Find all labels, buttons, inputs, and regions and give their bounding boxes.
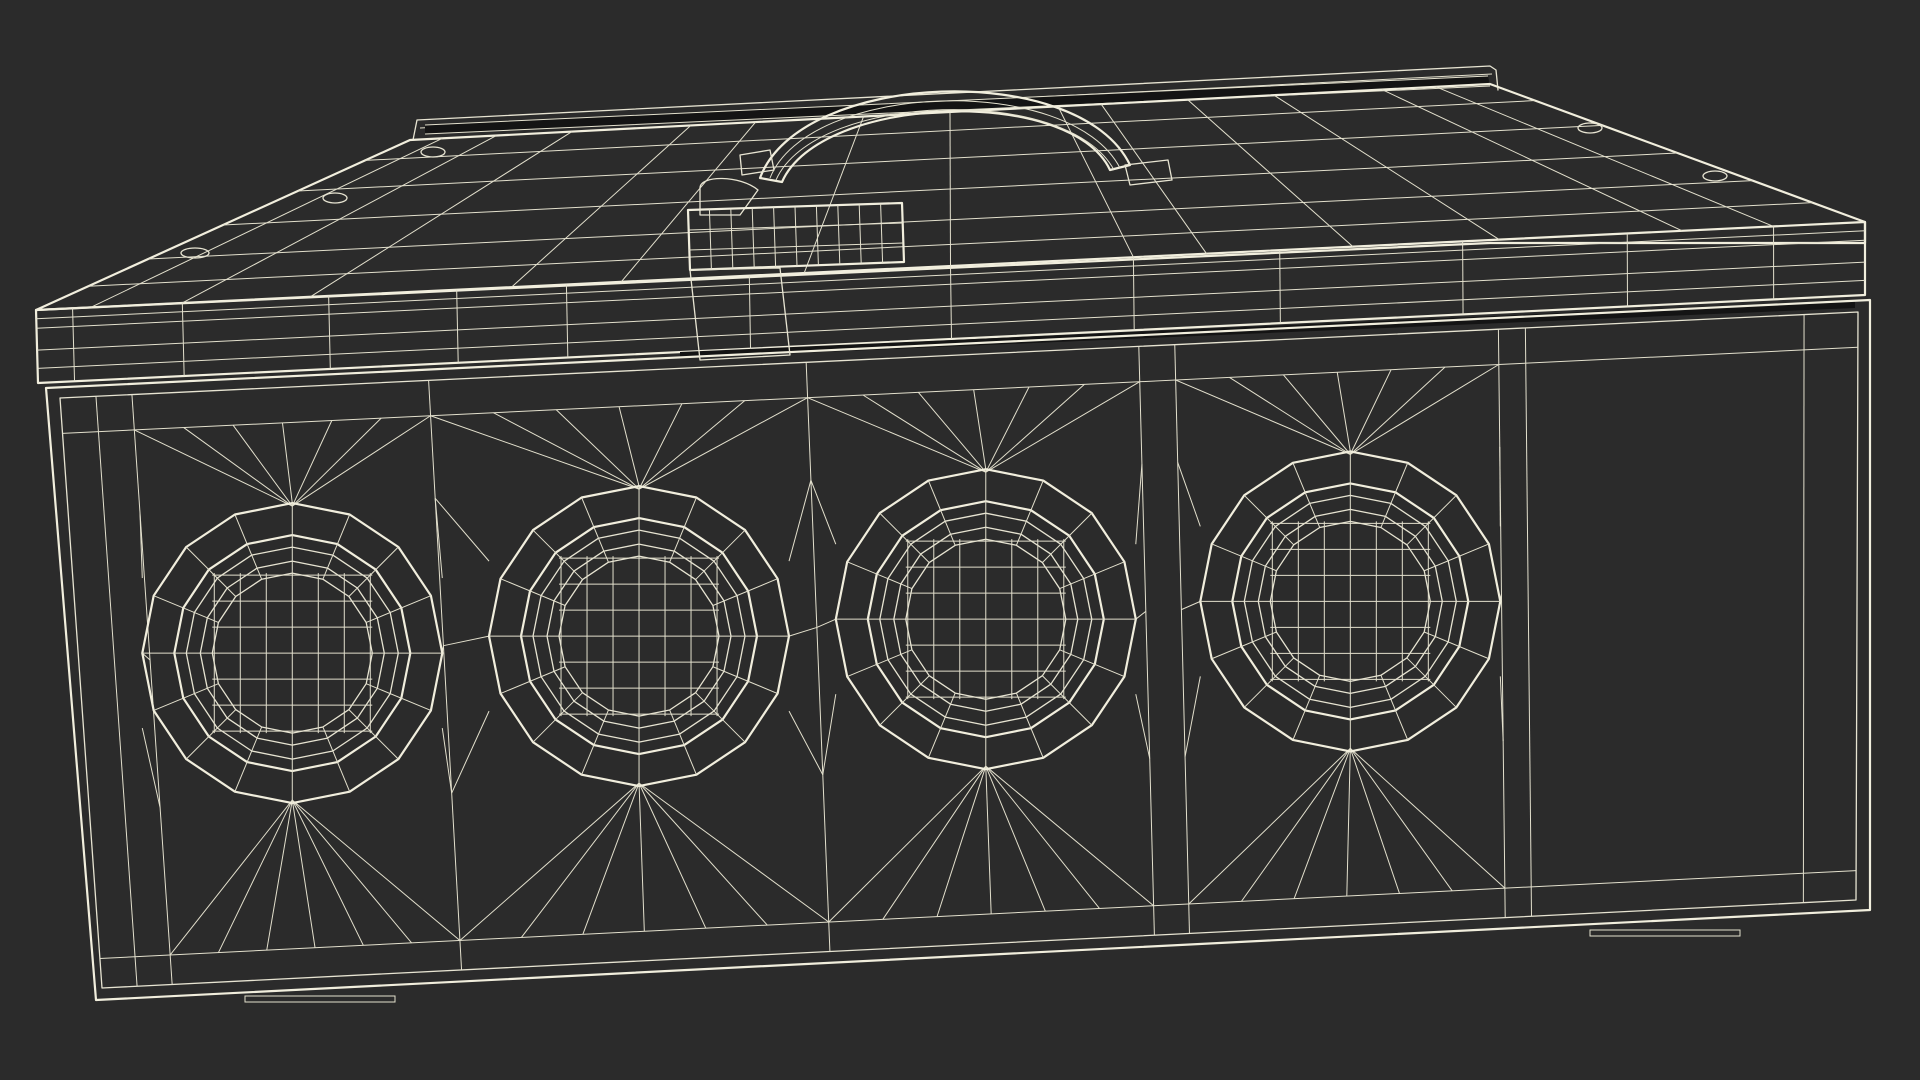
wireframe-render xyxy=(0,0,1920,1080)
wire-edge xyxy=(1499,446,1501,527)
wire-edge xyxy=(1279,250,1281,324)
wire-edge xyxy=(1802,314,1805,903)
